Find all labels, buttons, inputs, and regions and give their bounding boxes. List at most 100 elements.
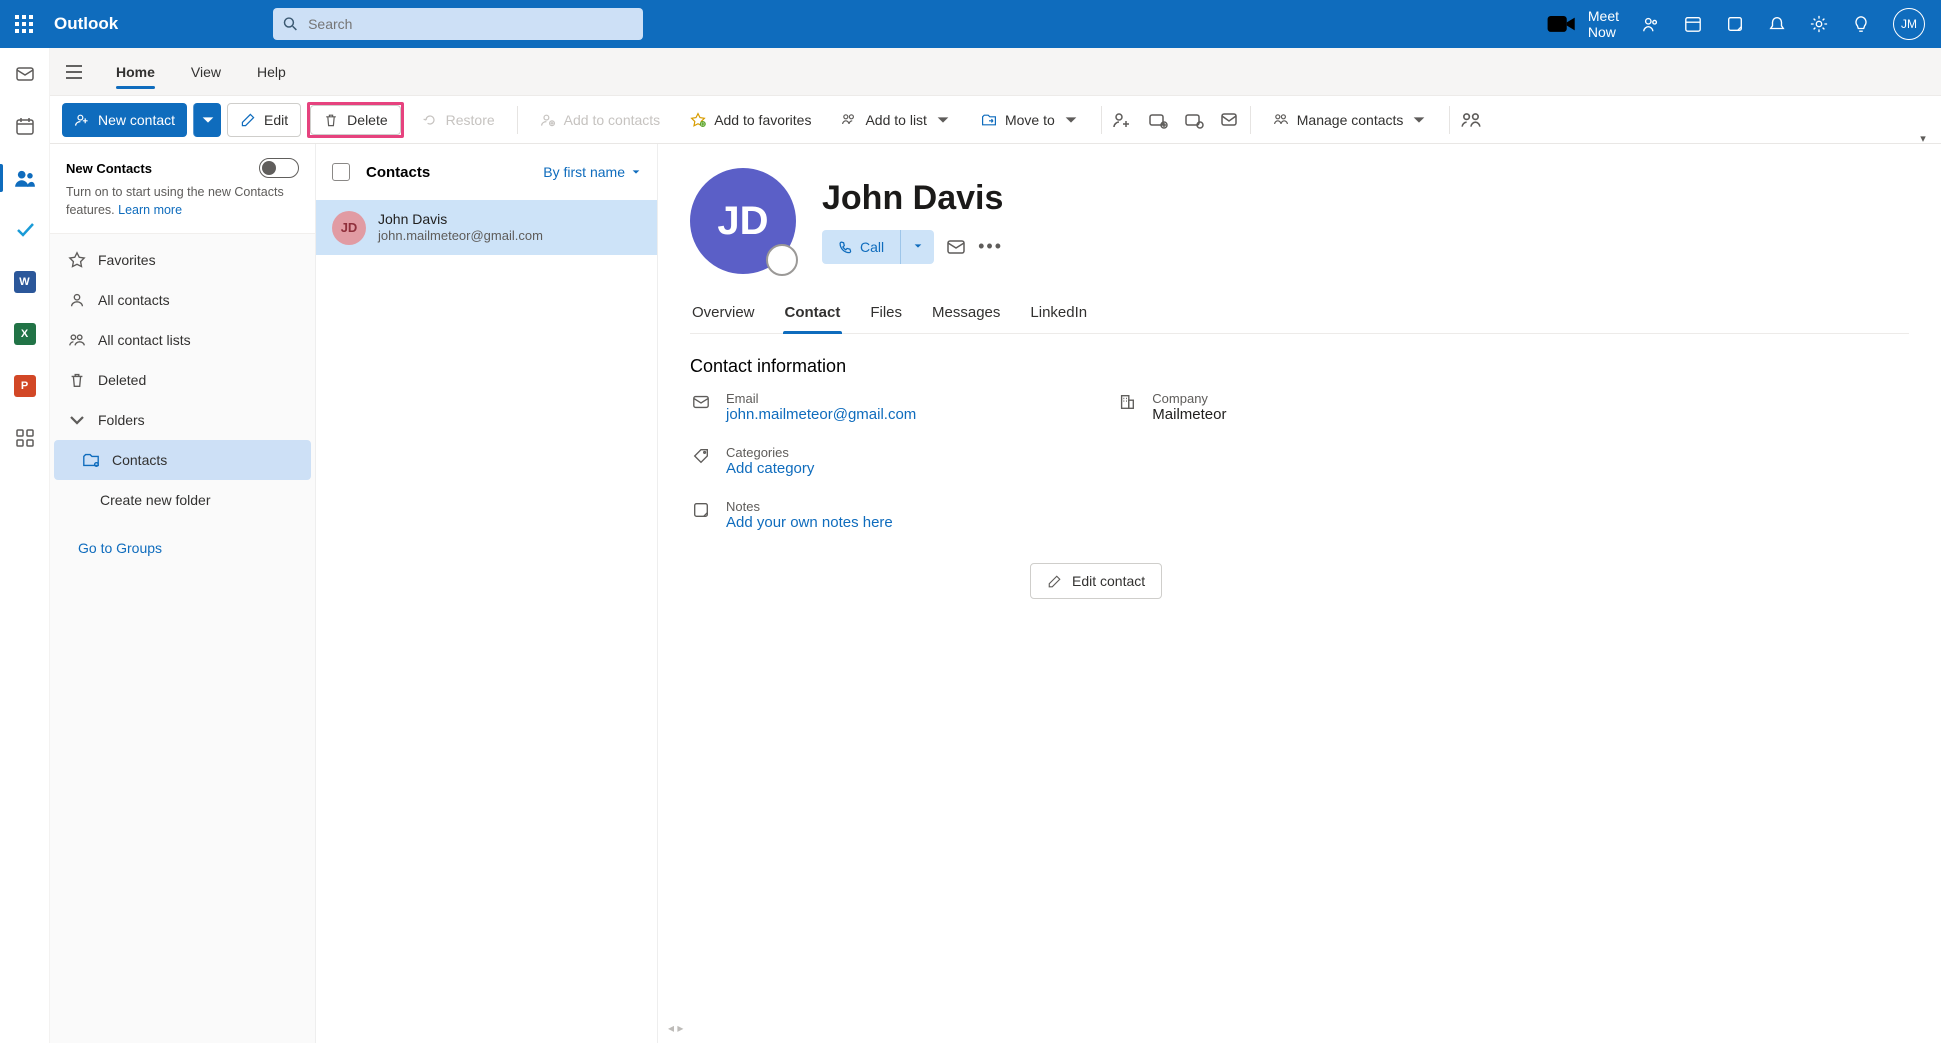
tab-help[interactable]: Help	[239, 48, 304, 95]
folder-person-icon	[82, 451, 100, 469]
rail-people[interactable]	[13, 166, 37, 190]
chevron-down-icon	[1063, 112, 1079, 128]
card-sync-icon[interactable]	[1184, 110, 1204, 130]
sidebar-item-all-contacts[interactable]: All contacts	[54, 280, 311, 320]
more-actions-button[interactable]: •••	[978, 236, 1003, 257]
detail-tab-contact[interactable]: Contact	[783, 304, 843, 333]
meet-now-button[interactable]: Meet Now	[1546, 8, 1619, 40]
building-icon	[1118, 393, 1136, 411]
new-contact-dropdown[interactable]	[193, 103, 221, 137]
ribbon-tabs: Home View Help	[50, 48, 1941, 96]
people-icon	[68, 331, 86, 349]
tips-icon[interactable]	[1851, 14, 1871, 34]
search-box[interactable]	[273, 8, 643, 40]
rail-more-apps[interactable]	[13, 426, 37, 450]
settings-icon[interactable]	[1809, 14, 1829, 34]
edit-button[interactable]: Edit	[227, 103, 301, 137]
mail-icon	[692, 393, 710, 411]
select-all-checkbox[interactable]	[332, 163, 350, 181]
add-to-contacts-button: Add to contacts	[528, 103, 673, 137]
email-link[interactable]: john.mailmeteor@gmail.com	[726, 406, 916, 423]
edit-contact-button[interactable]: Edit contact	[1030, 563, 1162, 599]
detail-tab-overview[interactable]: Overview	[690, 304, 757, 333]
tab-view[interactable]: View	[173, 48, 239, 95]
contact-detail-pane: JD John Davis Call	[658, 144, 1941, 1043]
person-icon	[68, 291, 86, 309]
sort-button[interactable]: By first name	[543, 164, 641, 180]
rail-word[interactable]: W	[13, 270, 37, 294]
sidebar-item-favorites[interactable]: Favorites	[54, 240, 311, 280]
sidebar-item-deleted[interactable]: Deleted	[54, 360, 311, 400]
rail-powerpoint[interactable]: P	[13, 374, 37, 398]
info-email: Email john.mailmeteor@gmail.com	[690, 391, 916, 423]
account-avatar[interactable]: JM	[1893, 8, 1925, 40]
rail-excel[interactable]: X	[13, 322, 37, 346]
rail-calendar[interactable]	[13, 114, 37, 138]
note-icon	[692, 501, 710, 519]
add-to-list-button[interactable]: Add to list	[829, 103, 962, 137]
rail-mail[interactable]	[13, 62, 37, 86]
detail-avatar: JD	[690, 168, 796, 274]
info-company: Company Mailmeteor	[1116, 391, 1226, 423]
calendar-day-icon[interactable]	[1683, 14, 1703, 34]
people-add-icon[interactable]	[1112, 110, 1132, 130]
new-contact-button[interactable]: New contact	[62, 103, 187, 137]
info-notes: Notes Add your own notes here	[690, 499, 916, 531]
pencil-icon	[1047, 574, 1062, 589]
detail-tabs: Overview Contact Files Messages LinkedIn	[690, 304, 1909, 334]
delete-button-highlight: Delete	[307, 102, 403, 138]
rail-todo[interactable]	[13, 218, 37, 242]
info-categories: Categories Add category	[690, 445, 916, 477]
send-mail-icon[interactable]	[946, 237, 966, 257]
detail-tab-files[interactable]: Files	[868, 304, 904, 333]
teams-icon[interactable]	[1641, 14, 1661, 34]
toolbar: New contact Edit Delete Restore	[50, 96, 1941, 144]
notes-icon[interactable]	[1725, 14, 1745, 34]
add-category-link[interactable]: Add category	[726, 460, 814, 477]
folder-sidebar: New Contacts Turn on to start using the …	[50, 144, 316, 1043]
chevron-down-icon	[631, 167, 641, 177]
horizontal-scroll-arrows[interactable]: ◂ ▸	[668, 1021, 683, 1035]
star-icon	[68, 251, 86, 269]
hamburger-button[interactable]	[50, 65, 98, 79]
app-launcher-button[interactable]	[0, 0, 48, 48]
sidebar-create-new-folder[interactable]: Create new folder	[54, 480, 311, 520]
card-add-icon[interactable]	[1148, 110, 1168, 130]
move-to-button[interactable]: Move to	[969, 103, 1091, 137]
tag-icon	[692, 447, 710, 465]
go-to-groups-link[interactable]: Go to Groups	[50, 526, 315, 556]
chevron-down-icon	[1411, 112, 1427, 128]
search-input[interactable]	[308, 16, 633, 32]
contact-list-pane: Contacts By first name JD John Davis joh…	[316, 144, 658, 1043]
new-contacts-toggle[interactable]	[259, 158, 299, 178]
people-group-icon[interactable]	[1460, 109, 1482, 131]
add-notes-link[interactable]: Add your own notes here	[726, 514, 893, 531]
manage-contacts-button[interactable]: Manage contacts	[1261, 103, 1440, 137]
call-dropdown[interactable]	[900, 230, 934, 264]
promo-description: Turn on to start using the new Contacts …	[66, 184, 299, 219]
trash-icon	[68, 371, 86, 389]
mail-action-icon[interactable]	[1220, 110, 1240, 130]
company-value: Mailmeteor	[1152, 406, 1226, 423]
sidebar-item-contacts[interactable]: Contacts	[54, 440, 311, 480]
contact-name: John Davis	[378, 210, 543, 228]
chevron-down-icon	[935, 112, 951, 128]
video-icon	[1546, 8, 1578, 40]
toolbar-quick-icons	[1112, 110, 1240, 130]
add-to-favorites-button[interactable]: Add to favorites	[678, 103, 823, 137]
sidebar-item-all-contact-lists[interactable]: All contact lists	[54, 320, 311, 360]
chevron-down-icon	[68, 411, 86, 429]
tab-home[interactable]: Home	[98, 48, 173, 95]
app-rail: W X P	[0, 48, 50, 1043]
notifications-icon[interactable]	[1767, 14, 1787, 34]
delete-button[interactable]: Delete	[310, 105, 400, 135]
contact-email: john.mailmeteor@gmail.com	[378, 228, 543, 245]
phone-icon	[838, 240, 852, 254]
presence-indicator	[766, 244, 798, 276]
contact-list-item[interactable]: JD John Davis john.mailmeteor@gmail.com	[316, 200, 657, 255]
call-button[interactable]: Call	[822, 230, 900, 264]
sidebar-folders-toggle[interactable]: Folders	[54, 400, 311, 440]
detail-tab-messages[interactable]: Messages	[930, 304, 1002, 333]
detail-tab-linkedin[interactable]: LinkedIn	[1028, 304, 1089, 333]
learn-more-link[interactable]: Learn more	[118, 203, 182, 217]
